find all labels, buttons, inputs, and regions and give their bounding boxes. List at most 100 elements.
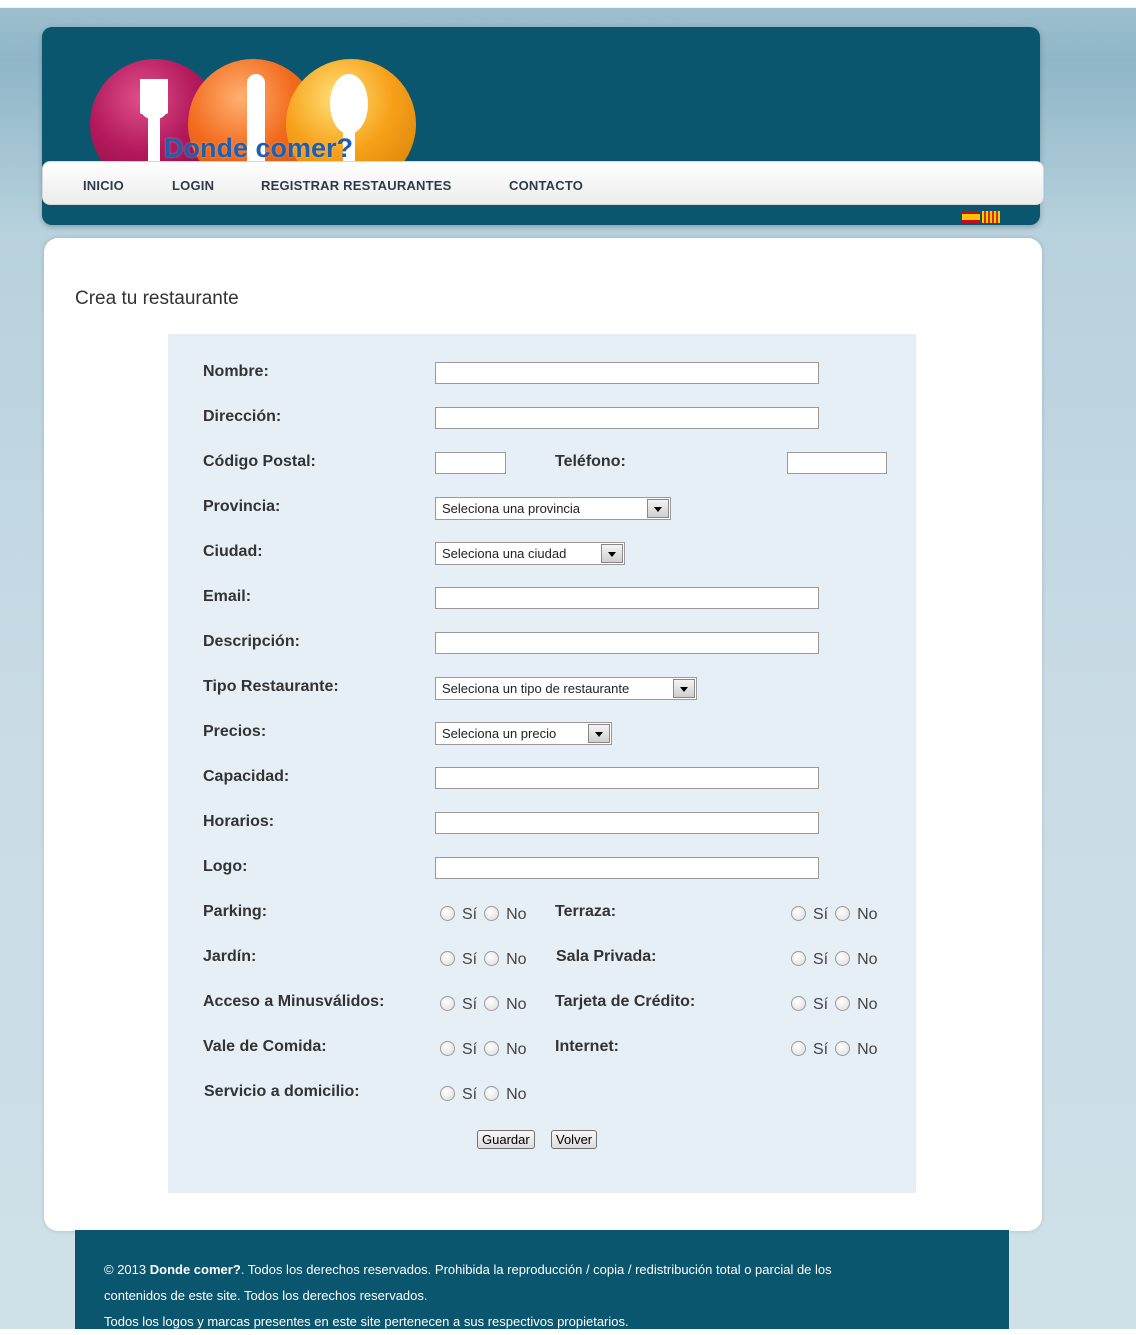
internet-yes-radio[interactable] xyxy=(791,1041,806,1056)
tipo-restaurante-select-value: Seleciona un tipo de restaurante xyxy=(442,681,630,696)
yes-label: Sí xyxy=(813,906,829,923)
footer-rights: . Todos los derechos reservados. Prohibi… xyxy=(240,1262,832,1277)
chevron-down-icon[interactable] xyxy=(601,544,623,563)
footer-line-1: © 2013 Donde comer?. Todos los derechos … xyxy=(104,1257,980,1283)
terraza-radio-group: Sí No xyxy=(791,906,878,924)
minusvalidos-yes-radio[interactable] xyxy=(440,996,455,1011)
main-nav: INICIO LOGIN REGISTRAR RESTAURANTES CONT… xyxy=(42,161,1044,205)
internet-label: Internet: xyxy=(555,1038,619,1055)
yes-label: Sí xyxy=(462,1086,478,1103)
page-title: Crea tu restaurante xyxy=(75,288,239,309)
horarios-label: Horarios: xyxy=(203,813,275,830)
capacidad-input[interactable] xyxy=(435,767,819,789)
precios-label: Precios: xyxy=(203,723,267,740)
sala-privada-yes-radio[interactable] xyxy=(791,951,806,966)
jardin-label: Jardín: xyxy=(203,948,257,965)
site-header: Donde comer? INICIO LOGIN REGISTRAR REST… xyxy=(42,27,1044,225)
no-label: No xyxy=(506,996,527,1013)
telefono-label: Teléfono: xyxy=(555,453,626,470)
parking-radio-group: Sí No xyxy=(440,906,527,924)
yes-label: Sí xyxy=(462,1041,478,1058)
descripcion-label: Descripción: xyxy=(203,633,300,650)
cat-flag-icon[interactable] xyxy=(982,211,1000,223)
footer-line-2: contenidos de este site. Todos los derec… xyxy=(104,1288,428,1303)
precios-select[interactable]: Seleciona un precio xyxy=(435,722,612,745)
provincia-select-value: Seleciona una provincia xyxy=(442,501,581,516)
tarjeta-credito-no-radio[interactable] xyxy=(835,996,851,1011)
tarjeta-credito-label: Tarjeta de Crédito: xyxy=(555,993,696,1010)
no-label: No xyxy=(857,996,878,1013)
sala-privada-radio-group: Sí No xyxy=(791,951,878,969)
yes-label: Sí xyxy=(462,951,478,968)
minusvalidos-radio-group: Sí No xyxy=(440,996,527,1014)
logo-input[interactable] xyxy=(435,857,819,879)
descripcion-input[interactable] xyxy=(435,632,819,654)
telefono-input[interactable] xyxy=(787,452,887,474)
vale-comida-yes-radio[interactable] xyxy=(440,1041,455,1056)
parking-yes-radio[interactable] xyxy=(440,906,455,921)
nombre-input[interactable] xyxy=(435,362,819,384)
horarios-input[interactable] xyxy=(435,812,819,834)
servicio-domicilio-no-radio[interactable] xyxy=(484,1086,500,1101)
ciudad-select-value: Seleciona una ciudad xyxy=(442,546,567,561)
internet-no-radio[interactable] xyxy=(835,1041,851,1056)
jardin-radio-group: Sí No xyxy=(440,951,527,969)
nombre-label: Nombre: xyxy=(203,363,269,380)
restaurant-form: Nombre: Dirección: Código Postal: Teléfo… xyxy=(168,334,916,1193)
terraza-no-radio[interactable] xyxy=(835,906,851,921)
nav-registrar-restaurantes[interactable]: REGISTRAR RESTAURANTES xyxy=(261,178,452,193)
yes-label: Sí xyxy=(462,996,478,1013)
vale-comida-no-radio[interactable] xyxy=(484,1041,500,1056)
yes-label: Sí xyxy=(462,906,478,923)
chevron-down-icon[interactable] xyxy=(673,679,695,698)
nav-login[interactable]: LOGIN xyxy=(172,178,214,193)
site-footer: © 2013 Donde comer?. Todos los derechos … xyxy=(75,1230,1009,1329)
ciudad-label: Ciudad: xyxy=(203,543,263,560)
es-flag-icon[interactable] xyxy=(962,211,980,223)
ciudad-select[interactable]: Seleciona una ciudad xyxy=(435,542,625,565)
footer-brand: Donde comer? xyxy=(149,1262,241,1277)
nav-inicio[interactable]: INICIO xyxy=(83,178,124,193)
vale-comida-radio-group: Sí No xyxy=(440,1041,527,1059)
jardin-yes-radio[interactable] xyxy=(440,951,455,966)
sala-privada-label: Sala Privada: xyxy=(556,948,657,965)
tipo-restaurante-select[interactable]: Seleciona un tipo de restaurante xyxy=(435,677,697,700)
sala-privada-no-radio[interactable] xyxy=(835,951,851,966)
volver-button[interactable]: Volver xyxy=(551,1130,598,1149)
fork-icon xyxy=(140,79,168,119)
logo-label: Logo: xyxy=(203,858,248,875)
vale-comida-label: Vale de Comida: xyxy=(203,1038,327,1055)
codigo-postal-label: Código Postal: xyxy=(203,453,316,470)
provincia-select[interactable]: Seleciona una provincia xyxy=(435,497,671,520)
tarjeta-credito-radio-group: Sí No xyxy=(791,996,878,1014)
nav-contacto[interactable]: CONTACTO xyxy=(509,178,583,193)
provincia-label: Provincia: xyxy=(203,498,281,515)
minusvalidos-label: Acceso a Minusválidos: xyxy=(203,993,385,1010)
guardar-button[interactable]: Guardar xyxy=(477,1130,535,1149)
terraza-yes-radio[interactable] xyxy=(791,906,806,921)
no-label: No xyxy=(857,906,878,923)
no-label: No xyxy=(506,1041,527,1058)
servicio-domicilio-label: Servicio a domicilio: xyxy=(204,1083,360,1100)
jardin-no-radio[interactable] xyxy=(484,951,500,966)
yes-label: Sí xyxy=(813,951,829,968)
parking-no-radio[interactable] xyxy=(484,906,500,921)
servicio-domicilio-yes-radio[interactable] xyxy=(440,1086,455,1101)
no-label: No xyxy=(506,906,527,923)
chevron-down-icon[interactable] xyxy=(647,499,669,518)
direccion-label: Dirección: xyxy=(203,408,282,425)
tarjeta-credito-yes-radio[interactable] xyxy=(791,996,806,1011)
yes-label: Sí xyxy=(813,996,829,1013)
no-label: No xyxy=(506,951,527,968)
direccion-input[interactable] xyxy=(435,407,819,429)
servicio-domicilio-radio-group: Sí No xyxy=(440,1086,527,1104)
minusvalidos-no-radio[interactable] xyxy=(484,996,500,1011)
email-input[interactable] xyxy=(435,587,819,609)
codigo-postal-input[interactable] xyxy=(435,452,506,474)
precios-select-value: Seleciona un precio xyxy=(442,726,557,741)
capacidad-label: Capacidad: xyxy=(203,768,290,785)
footer-line-3: Todos los logos y marcas presentes en es… xyxy=(104,1314,629,1329)
chevron-down-icon[interactable] xyxy=(588,724,610,743)
yes-label: Sí xyxy=(813,1041,829,1058)
email-label: Email: xyxy=(203,588,252,605)
